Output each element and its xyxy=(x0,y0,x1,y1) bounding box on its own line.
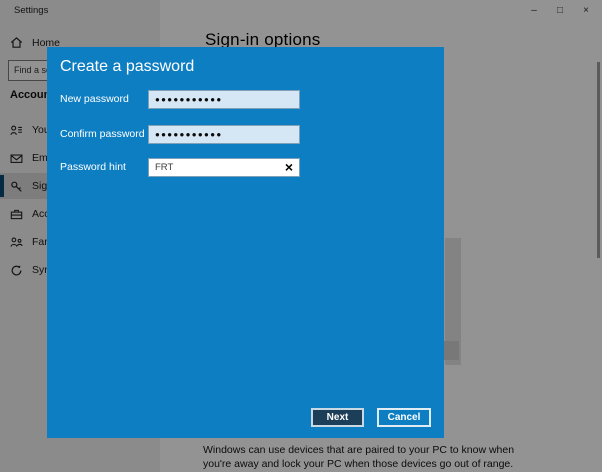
cancel-button[interactable]: Cancel xyxy=(377,408,431,427)
next-button[interactable]: Next xyxy=(311,408,364,427)
password-hint-value: FRT xyxy=(155,162,174,173)
confirm-password-label: Confirm password xyxy=(60,128,145,140)
confirm-password-input[interactable]: ●●●●●●●●●●● xyxy=(148,125,300,144)
new-password-input[interactable]: ●●●●●●●●●●● xyxy=(148,90,300,109)
clear-text-icon[interactable]: × xyxy=(285,160,299,175)
password-hint-input[interactable]: FRT × xyxy=(148,158,300,177)
dialog-title: Create a password xyxy=(60,58,195,75)
masked-password-value: ●●●●●●●●●●● xyxy=(155,130,223,139)
password-hint-label: Password hint xyxy=(60,161,126,173)
masked-password-value: ●●●●●●●●●●● xyxy=(155,95,223,104)
create-password-dialog: Create a password New password ●●●●●●●●●… xyxy=(47,47,444,438)
new-password-label: New password xyxy=(60,93,129,105)
